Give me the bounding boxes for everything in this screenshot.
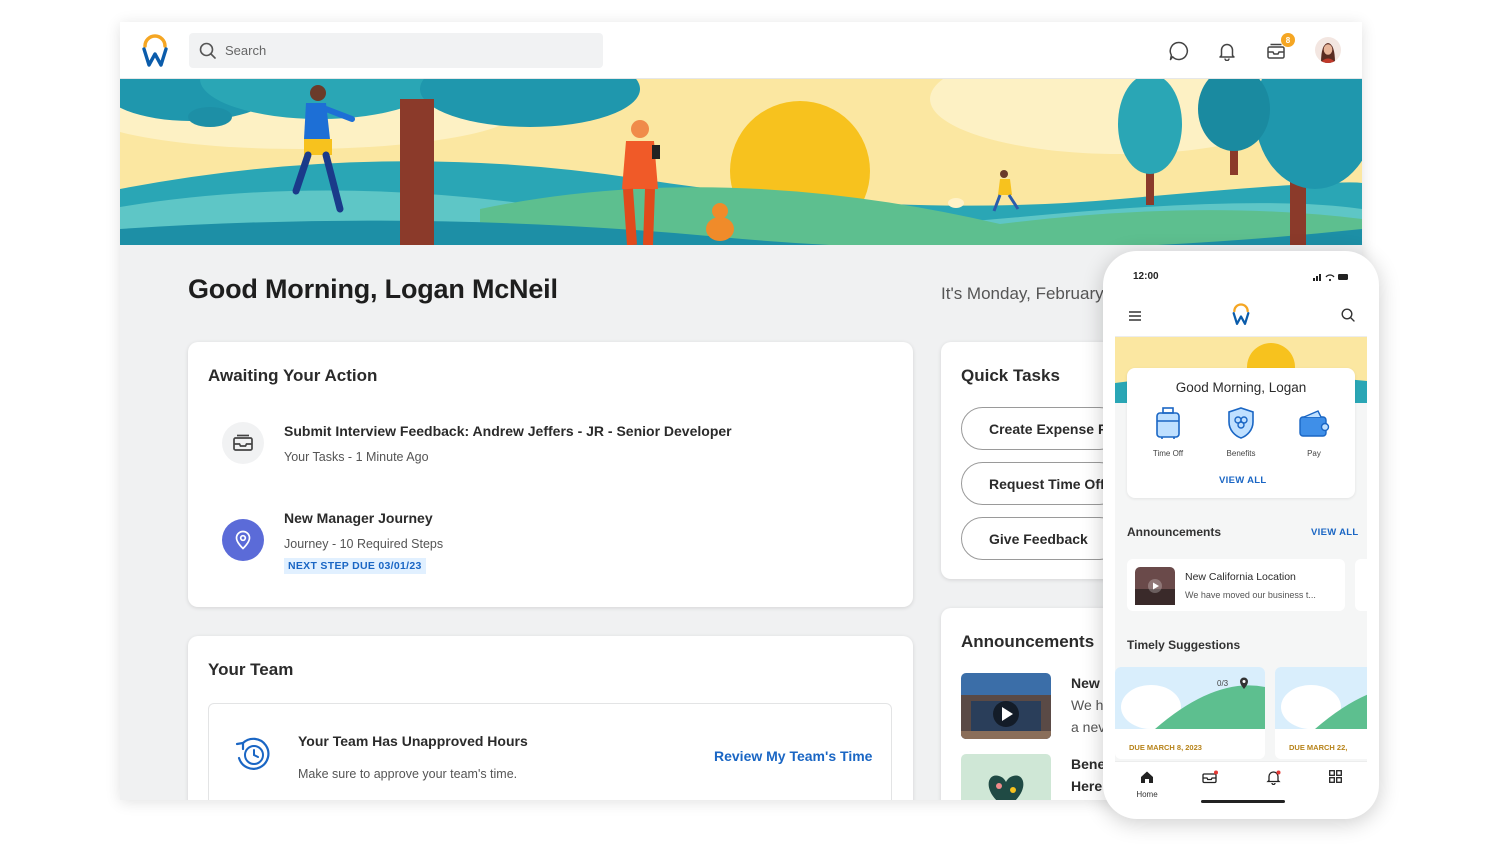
review-team-time-link[interactable]: Review My Team's Time xyxy=(714,748,872,764)
search-icon xyxy=(199,42,216,59)
workday-logo[interactable] xyxy=(140,34,170,68)
task-title[interactable]: New Manager Journey xyxy=(284,510,433,526)
phone-announcements-title: Announcements xyxy=(1127,525,1222,539)
request-time-off-button[interactable]: Request Time Off xyxy=(961,462,1121,505)
bell-icon xyxy=(1265,770,1281,786)
awaiting-action-card: Awaiting Your Action Submit Interview Fe… xyxy=(188,342,913,607)
inbox-task-icon xyxy=(222,422,264,464)
home-indicator xyxy=(1201,800,1285,803)
app-label: Pay xyxy=(1307,449,1321,458)
app-label: Benefits xyxy=(1226,449,1256,458)
apps-icon xyxy=(1328,770,1342,783)
phone-content: Good Morning, Logan Time Off Benefits Pa… xyxy=(1115,337,1367,761)
phone-clock: 12:00 xyxy=(1133,271,1159,282)
phone-announcement-item[interactable]: New California Location We have moved ou… xyxy=(1127,559,1345,611)
search-icon[interactable] xyxy=(1341,308,1355,322)
suggestion-card[interactable]: 0/3 DUE MARCH 8, 2023 xyxy=(1115,667,1265,759)
phone-announcement-title: New California Location xyxy=(1185,571,1296,583)
chat-button[interactable] xyxy=(1167,39,1191,63)
app-pay[interactable]: Pay xyxy=(1289,406,1339,458)
progress-count: 0/3 xyxy=(1217,679,1229,688)
phone-header xyxy=(1115,295,1367,337)
announcement-video-thumbnail[interactable] xyxy=(961,673,1051,739)
announcements-title: Announcements xyxy=(961,632,1095,651)
announcement-title: New xyxy=(1071,675,1100,691)
search-input[interactable] xyxy=(225,43,585,58)
workday-logo xyxy=(1232,303,1250,325)
wallet-icon xyxy=(1299,410,1330,437)
task-subtitle: Journey - 10 Required Steps xyxy=(284,537,444,551)
phone-bottom-nav: Home xyxy=(1115,761,1367,807)
phone-announcement-item-partial[interactable] xyxy=(1355,559,1367,611)
building-image xyxy=(961,673,1051,739)
announcement-thumbnail xyxy=(1135,567,1175,605)
announcement-thumbnail[interactable] xyxy=(961,754,1051,800)
inbox-icon xyxy=(1202,770,1218,784)
nav-notifications[interactable] xyxy=(1253,770,1293,790)
timer-icon xyxy=(235,737,270,770)
app-time-off[interactable]: Time Off xyxy=(1143,406,1193,458)
team-notice-subtitle: Make sure to approve your team's time. xyxy=(298,767,518,781)
app-benefits[interactable]: Benefits xyxy=(1216,406,1266,458)
due-date-tag: NEXT STEP DUE 03/01/23 xyxy=(284,558,426,574)
give-feedback-button[interactable]: Give Feedback xyxy=(961,517,1121,560)
team-notice: Your Team Has Unapproved Hours Make sure… xyxy=(208,703,892,800)
location-pin-icon xyxy=(1240,677,1248,689)
chat-icon xyxy=(1169,41,1188,61)
announcement-line: a nev xyxy=(1071,719,1106,735)
avatar[interactable] xyxy=(1315,37,1341,63)
hero-banner-illustration xyxy=(120,79,1362,245)
announcement-line: We h xyxy=(1071,697,1104,713)
apps-view-all-link[interactable]: VIEW ALL xyxy=(1219,475,1266,486)
shield-icon xyxy=(1228,407,1254,439)
phone-status-icons xyxy=(1313,274,1348,282)
task-title[interactable]: Submit Interview Feedback: Andrew Jeffer… xyxy=(284,423,732,439)
top-bar: 8 xyxy=(120,22,1362,79)
timely-suggestions-title: Timely Suggestions xyxy=(1127,638,1241,652)
notifications-button[interactable] xyxy=(1215,39,1239,63)
announcements-view-all-link[interactable]: VIEW ALL xyxy=(1311,527,1358,538)
task-subtitle: Your Tasks - 1 Minute Ago xyxy=(284,450,429,464)
bell-icon xyxy=(1219,43,1235,61)
inbox-count-badge: 8 xyxy=(1281,33,1295,47)
nav-label: Home xyxy=(1136,790,1158,799)
nav-home[interactable]: Home xyxy=(1127,770,1167,799)
suitcase-icon xyxy=(1156,407,1180,439)
date-label: It's Monday, February xyxy=(941,284,1104,303)
your-team-card: Your Team Your Team Has Unapproved Hours… xyxy=(188,636,913,800)
inbox-button[interactable]: 8 xyxy=(1264,33,1295,63)
mobile-phone-mockup: 12:00 Good Morning, Logan Time Off Benef… xyxy=(1103,251,1379,819)
home-icon xyxy=(1141,771,1153,783)
awaiting-action-title: Awaiting Your Action xyxy=(208,366,378,385)
suggestion-card[interactable]: DUE MARCH 22, xyxy=(1275,667,1367,759)
page-title: Good Morning, Logan McNeil xyxy=(188,274,558,304)
user-photo xyxy=(1315,37,1341,63)
suggestion-due-date: DUE MARCH 8, 2023 xyxy=(1129,743,1202,752)
team-notice-title: Your Team Has Unapproved Hours xyxy=(298,733,528,749)
heart-image xyxy=(961,754,1051,800)
announcement-line: Here xyxy=(1071,778,1103,794)
location-pin-icon xyxy=(235,530,251,550)
quick-tasks-title: Quick Tasks xyxy=(961,366,1060,385)
suggestion-due-date: DUE MARCH 22, xyxy=(1289,743,1348,752)
nav-apps[interactable] xyxy=(1315,770,1355,788)
journey-task-icon xyxy=(222,519,264,561)
create-expense-button[interactable]: Create Expense Re xyxy=(961,407,1121,450)
announcement-title: Bene xyxy=(1071,756,1106,772)
menu-icon[interactable] xyxy=(1129,311,1141,321)
your-team-title: Your Team xyxy=(208,660,294,679)
phone-greeting: Good Morning, Logan xyxy=(1175,380,1307,395)
search-bar[interactable] xyxy=(189,33,603,68)
phone-announcement-subtitle: We have moved our business t... xyxy=(1185,590,1316,600)
app-label: Time Off xyxy=(1152,449,1184,458)
nav-inbox[interactable] xyxy=(1190,770,1230,789)
inbox-icon xyxy=(233,434,253,451)
phone-greeting-card: Good Morning, Logan Time Off Benefits Pa… xyxy=(1127,368,1355,498)
